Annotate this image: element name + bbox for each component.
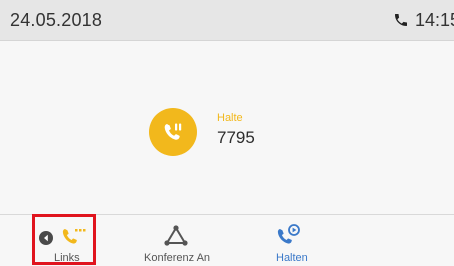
call-hold-icon [149, 108, 197, 156]
call-number: 7795 [217, 128, 255, 147]
status-date: 24.05.2018 [10, 10, 103, 30]
status-time: 14:15 [414, 9, 454, 30]
call-area: Halte 7795 [0, 41, 454, 213]
softkey-bar: Links Konferenz An Halten [0, 214, 454, 266]
konferenz-softkey[interactable]: Konferenz An [140, 215, 230, 266]
konferenz-label: Konferenz An [144, 252, 211, 264]
call-state: Halte [217, 112, 243, 124]
links-softkey[interactable]: Links [32, 214, 100, 266]
status-bar: 24.05.2018 14:15 [0, 0, 454, 41]
left-arrow-icon [39, 231, 53, 250]
links-label: Links [54, 252, 80, 264]
halten-softkey[interactable]: Halten [266, 215, 316, 266]
phone-icon [393, 12, 409, 28]
status-right: 14:15 [393, 10, 454, 30]
phone-screen: 24.05.2018 14:15 Halte 7795 [0, 0, 454, 266]
handset-hold-icon [276, 224, 302, 253]
halten-label: Halten [276, 252, 308, 264]
handset-left-icon [61, 226, 87, 255]
conference-triangle-icon [164, 225, 188, 252]
